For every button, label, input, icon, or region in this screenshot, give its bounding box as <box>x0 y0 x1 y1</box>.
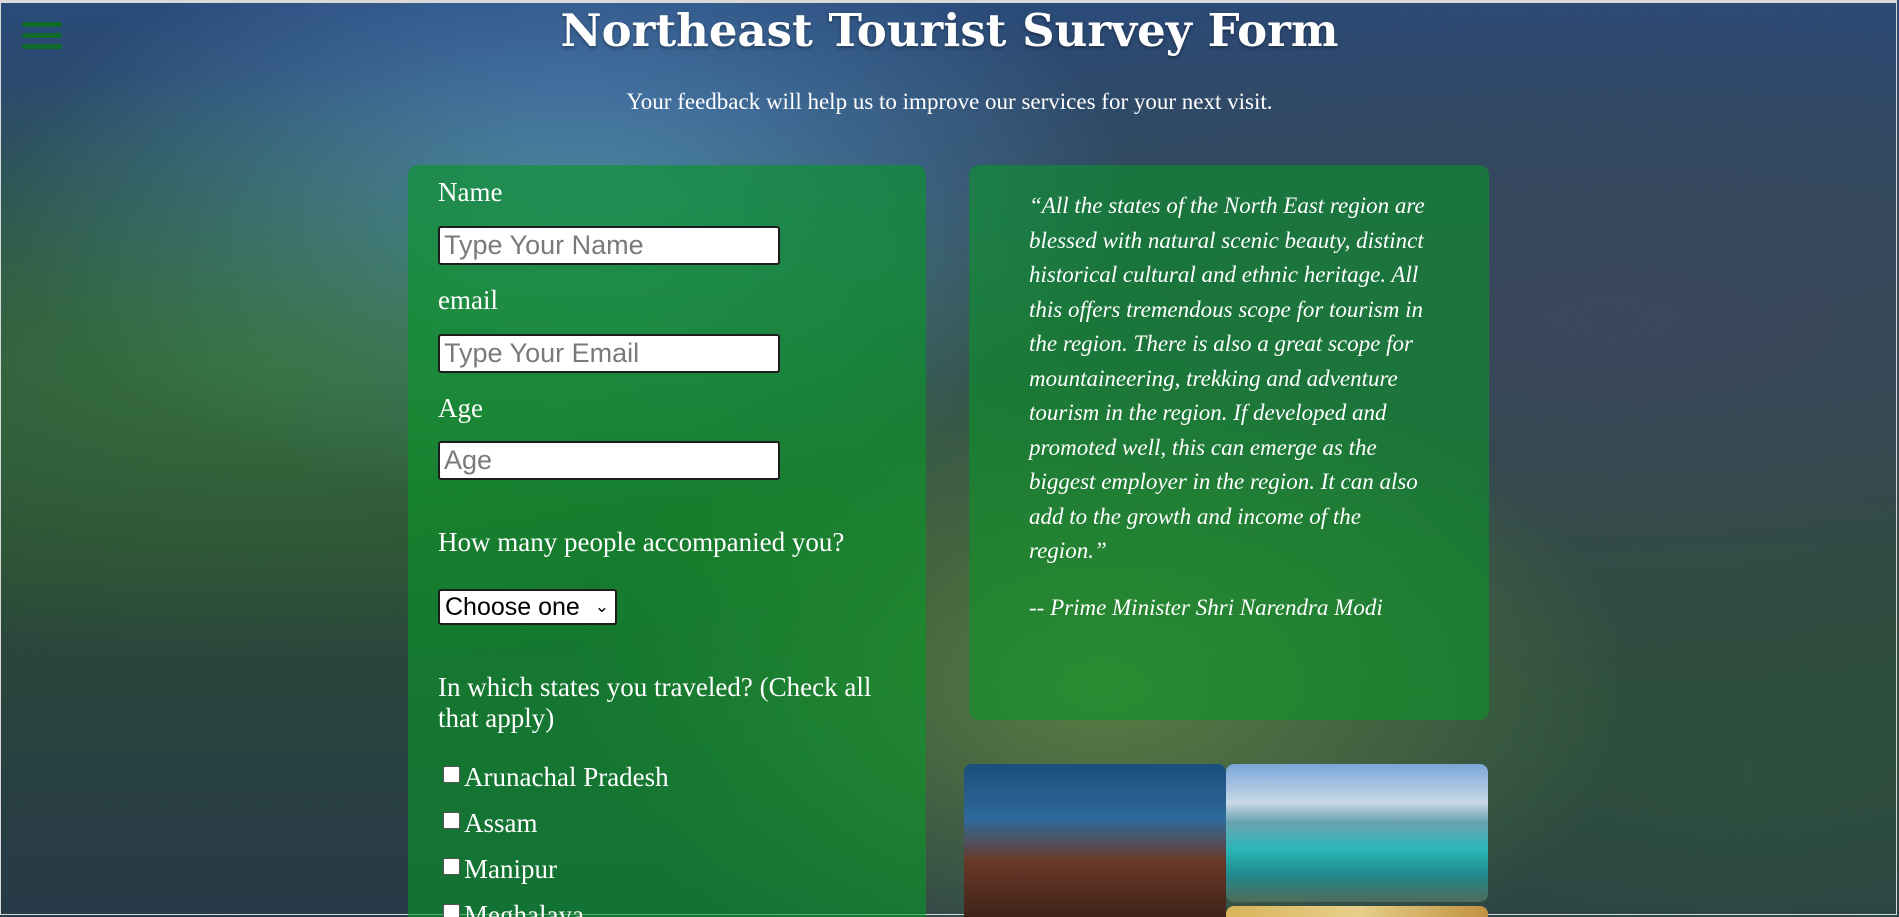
states-question: In which states you traveled? (Check all… <box>438 672 872 733</box>
accompany-select-value: Choose one <box>445 593 580 621</box>
name-label: Name <box>438 177 503 207</box>
survey-form-panel: Name email Age How many people accompani… <box>408 165 926 917</box>
state-option-assam[interactable]: Assam <box>443 808 538 838</box>
email-input[interactable] <box>438 334 780 373</box>
state-label: Meghalaya <box>464 899 584 917</box>
state-checkbox[interactable] <box>443 857 460 875</box>
page-subtitle: Your feedback will help us to improve ou… <box>626 89 1273 114</box>
state-label: Arunachal Pradesh <box>464 761 669 792</box>
quote-author: -- Prime Minister Shri Narendra Modi <box>1029 594 1383 620</box>
email-label: email <box>438 285 498 315</box>
quote-panel: “All the states of the North East region… <box>969 165 1489 720</box>
state-option-arunachal-pradesh[interactable]: Arunachal Pradesh <box>443 762 669 792</box>
accompany-select[interactable]: Choose one ⌄ <box>438 589 617 625</box>
age-label: Age <box>438 393 483 423</box>
browser-frame <box>0 0 1897 915</box>
festival-photo <box>964 764 1226 917</box>
gallery-photo <box>1226 906 1488 917</box>
accompany-question: How many people accompanied you? <box>438 527 845 557</box>
lake-yak-photo <box>1226 764 1488 902</box>
age-input[interactable] <box>438 441 780 480</box>
chevron-down-icon: ⌄ <box>594 597 609 616</box>
name-input[interactable] <box>438 226 780 265</box>
state-checkbox[interactable] <box>443 765 460 783</box>
page-title: Northeast Tourist Survey Form <box>560 4 1339 57</box>
state-label: Manipur <box>464 853 557 884</box>
state-label: Assam <box>464 807 538 838</box>
state-checkbox[interactable] <box>443 811 460 829</box>
quote-text: “All the states of the North East region… <box>1029 193 1425 563</box>
state-checkbox[interactable] <box>443 903 460 917</box>
state-option-meghalaya[interactable]: Meghalaya <box>443 900 584 917</box>
state-option-manipur[interactable]: Manipur <box>443 854 557 884</box>
